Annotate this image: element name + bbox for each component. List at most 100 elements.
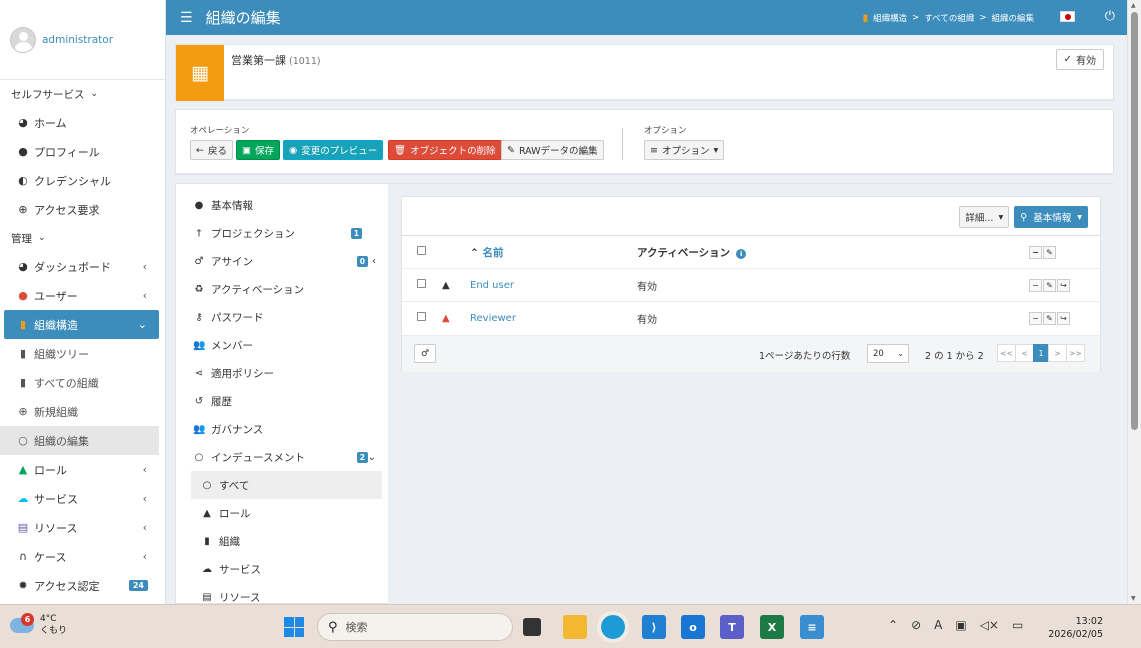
breadcrumb-item-org-structure[interactable]: 組織構造 [873,12,907,24]
network-icon[interactable]: ▣ [955,618,966,632]
breadcrumb-item-all-orgs[interactable]: すべての組織 [924,12,974,24]
tree-item-governance[interactable]: 👥 ガバナンス [191,415,382,443]
save-button[interactable]: ▣ 保存 [236,140,280,160]
select-all-checkbox[interactable] [417,246,426,255]
row-activation: 有効 [637,268,1029,302]
edit-icon[interactable]: ✎ [1043,311,1056,325]
preview-changes-button[interactable]: ◉ 変更のプレビュー [283,140,384,160]
eye-off-icon[interactable]: ⊘ [911,618,921,632]
status-button[interactable]: ✓ 有効 [1055,49,1104,70]
name-col-header[interactable]: ⌃ 名前 [470,235,637,269]
next-page-button[interactable]: > [1048,344,1067,362]
notepad-icon[interactable]: ≡ [800,615,824,639]
inducement-table-panel: 詳細... ▾ ⚲ 基本情報 ▾ ⌃ 名前 アクティベーション i − ✎ ▲ End u… [401,196,1101,372]
tree-item-password[interactable]: ⚷ パスワード [191,303,382,331]
share-arrow-icon[interactable]: ↪ [1057,311,1070,325]
scroll-down-icon[interactable]: ▼ [1131,595,1136,602]
teams-icon[interactable]: T [720,615,744,639]
sidebar-item-org-structure[interactable]: ▮ 組織構造 ⌄ [4,310,159,339]
clock[interactable]: 13:02 2026/02/05 [1048,615,1103,641]
chevron-up-icon[interactable]: ⌃ [888,618,898,632]
sidebar-item-roles[interactable]: ▲ ロール ‹ [0,455,165,484]
table-row[interactable]: ▲ End user 有効 − ✎ ↪ [402,268,1100,302]
edit-raw-button[interactable]: ✎ RAWデータの編集 [501,140,604,160]
tree-item-org[interactable]: ▮ 組織 [191,527,382,555]
sidebar-item-edit-org[interactable]: ○ 組織の編集 [0,426,159,455]
excel-icon[interactable]: X [760,615,784,639]
outlook-icon[interactable]: o [681,615,705,639]
vscode-icon[interactable]: ⟩ [642,615,666,639]
sidebar-item-resources[interactable]: ▤ リソース ‹ [0,513,165,542]
tree-item-service[interactable]: ☁ サービス [191,555,382,583]
minus-icon[interactable]: − [1029,245,1042,259]
breadcrumb: ▮ 組織構造 > すべての組織 > 組織の編集 [863,12,1034,25]
ime-icon[interactable]: A [934,618,942,632]
tree-item-activation[interactable]: ♻ アクティベーション [191,275,382,303]
tree-item-members[interactable]: 👥 メンバー [191,331,382,359]
row-name-link[interactable]: Reviewer [470,313,516,324]
japan-flag-icon[interactable] [1060,11,1075,22]
column-label: 名前 [482,246,504,259]
weather-widget[interactable]: 6 4°C くもり [10,612,67,637]
tree-item-role[interactable]: ▲ ロール [191,499,382,527]
basic-info-button[interactable]: ⚲ 基本情報 ▾ [1014,206,1088,228]
share-arrow-icon[interactable]: ↪ [1057,278,1070,292]
sidebar-item-profile[interactable]: ● プロフィール [0,137,165,166]
volume-muted-icon[interactable]: ◁× [980,618,999,632]
tree-item-projection[interactable]: † プロジェクション 1 [191,219,382,247]
sidebar-item-dashboard[interactable]: ◕ ダッシュボード ‹ [0,252,165,281]
row-checkbox[interactable] [417,312,426,322]
tree-item-assign[interactable]: ♂ アサイン 0 ‹ [191,247,382,275]
sidebar-item-new-org[interactable]: ⊕ 新規組織 [0,397,165,426]
minus-icon[interactable]: − [1029,278,1042,292]
tree-item-history[interactable]: ↺ 履歴 [191,387,382,415]
row-name-link[interactable]: End user [470,280,514,291]
file-explorer-icon[interactable] [563,615,587,639]
back-button[interactable]: ← 戻る [190,140,233,160]
power-icon[interactable]: ⏻ [1105,9,1115,24]
table-row[interactable]: ▲ Reviewer 有効 − ✎ ↪ [402,301,1100,335]
tree-item-inducement[interactable]: ○ インデュースメント 2 ⌄ [191,443,382,471]
battery-icon[interactable]: ▭ [1012,618,1023,632]
windows-start-icon[interactable] [284,617,304,637]
tree-item-all[interactable]: ○ すべて [191,471,382,499]
sidebar-item-certification[interactable]: ✹ アクセス認定 24 [0,571,165,600]
sidebar-item-credentials[interactable]: ◐ クレデンシャル [0,166,165,195]
taskbar-search[interactable]: ⚲ 検索 [317,613,513,641]
sidebar-item-label: ダッシュボード [34,260,111,274]
scrollbar-thumb[interactable] [1131,12,1138,430]
page-1-button[interactable]: 1 [1033,344,1049,362]
sidebar-item-services[interactable]: ☁ サービス ‹ [0,484,165,513]
edge-browser-icon[interactable] [601,615,625,639]
prev-page-button[interactable]: < [1015,344,1034,362]
page-scrollbar[interactable]: ▲ ▼ [1127,0,1141,604]
edit-icon[interactable]: ✎ [1043,278,1056,292]
details-dropdown[interactable]: 詳細... ▾ [959,206,1010,228]
tree-item-policies[interactable]: ⋖ 適用ポリシー [191,359,382,387]
sidebar-item-access-request[interactable]: ⊕ アクセス要求 [0,195,165,224]
task-view-icon[interactable] [523,618,541,636]
sidebar-item-all-orgs[interactable]: ▮ すべての組織 [0,368,165,397]
row-checkbox[interactable] [417,279,426,288]
last-page-button[interactable]: >> [1066,344,1085,362]
sidebar-item-home[interactable]: ◕ ホーム [0,108,165,137]
sidebar-item-cases[interactable]: ∩ ケース ‹ [0,542,165,571]
rows-per-page-select[interactable]: 20 ⌄ [867,344,909,363]
assign-icon-button[interactable]: ♂ [414,344,436,363]
delete-object-button[interactable]: 🗑 オブジェクトの削除 [388,140,502,160]
tree-item-label: インデュースメント [211,451,305,464]
options-dropdown[interactable]: ≡ オプション ▾ [644,140,725,160]
info-icon[interactable]: i [736,248,747,259]
hamburger-menu-icon[interactable]: ☰ [180,10,193,26]
user-name-link[interactable]: administrator [42,34,113,46]
tree-item-basic[interactable]: ● 基本情報 [191,191,382,219]
save-icon: ▣ [242,144,251,156]
sidebar-item-org-tree[interactable]: ▮ 組織ツリー [0,339,165,368]
edit-icon[interactable]: ✎ [1043,245,1056,259]
minus-icon[interactable]: − [1029,311,1042,325]
sidebar-section-admin[interactable]: 管理 ⌄ [0,224,165,252]
sidebar-item-users[interactable]: ● ユーザー ‹ [0,281,165,310]
sidebar-section-self-service[interactable]: セルフサービス ⌄ [0,80,165,108]
first-page-button[interactable]: << [997,344,1016,362]
scroll-up-icon[interactable]: ▲ [1131,2,1136,9]
